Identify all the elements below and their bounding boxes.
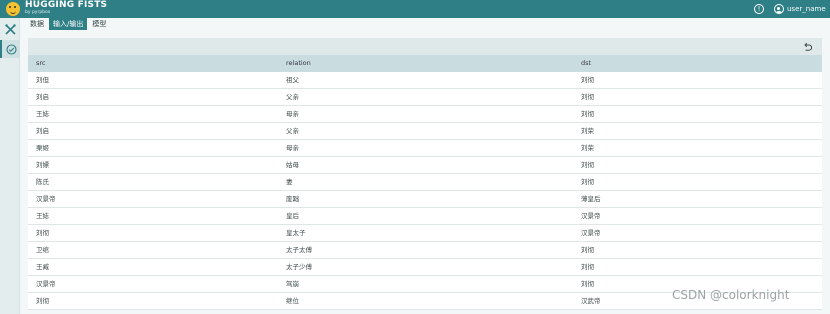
table-row[interactable]: 王臧 太子少傅 刘彻 <box>28 259 822 276</box>
cell-relation: 姑母 <box>286 161 299 169</box>
cell-relation: 太子少傅 <box>286 263 312 271</box>
cell-relation: 太子太傅 <box>286 246 312 254</box>
table-row[interactable]: 王娡 皇后 汉景帝 <box>28 208 822 225</box>
cell-src: 刘但 <box>36 76 49 84</box>
brand: HUGGING FISTS by pyrpbox <box>25 1 107 16</box>
tab-input-output[interactable]: 输入/输出 <box>49 18 88 30</box>
cell-relation: 继位 <box>286 297 299 305</box>
table-row[interactable]: 刘启 父亲 刘荣 <box>28 123 822 140</box>
cell-dst: 刘彻 <box>581 161 594 169</box>
tab-model[interactable]: 模型 <box>88 18 110 30</box>
sidebar-item-tools[interactable] <box>0 20 20 38</box>
cell-dst: 刘彻 <box>581 246 594 254</box>
table-row[interactable]: 汉景帝 废黜 薄皇后 <box>28 191 822 208</box>
tab-data[interactable]: 数据 <box>26 18 48 30</box>
sidebar <box>0 18 20 314</box>
cell-dst: 刘彻 <box>581 76 594 84</box>
table-row[interactable]: 陈氏 妻 刘彻 <box>28 174 822 191</box>
cell-src: 刘彻 <box>36 297 49 305</box>
cell-src: 汉景帝 <box>36 195 56 203</box>
tab-bar: 数据 输入/输出 模型 <box>26 18 111 30</box>
table-toolbar <box>28 38 822 55</box>
cell-src: 栗姬 <box>36 144 49 152</box>
cell-relation: 妻 <box>286 178 293 186</box>
table-row[interactable]: 栗姬 母亲 刘荣 <box>28 140 822 157</box>
table-row[interactable]: 刘彻 皇太子 汉景帝 <box>28 225 822 242</box>
tools-cross-icon <box>4 23 16 35</box>
cell-relation: 皇后 <box>286 212 299 220</box>
table-body: 刘但 祖父 刘彻 刘启 父亲 刘彻 王娡 母亲 刘彻 刘启 父亲 刘荣 栗姬 母亲 刘荣 刘嫖 姑母 刘彻 陈氏妻刘… <box>28 72 822 310</box>
cell-src: 刘启 <box>36 127 49 135</box>
cell-src: 刘启 <box>36 93 49 101</box>
sidebar-item-check[interactable] <box>0 40 20 58</box>
cell-dst: 汉景帝 <box>581 229 601 237</box>
cell-dst: 刘荣 <box>581 127 594 135</box>
top-bar: HUGGING FISTS by pyrpbox ! user_name <box>0 0 830 18</box>
table-row[interactable]: 卫绾 太子太傅 刘彻 <box>28 242 822 259</box>
cell-relation: 母亲 <box>286 110 299 118</box>
table-row[interactable]: 刘嫖 姑母 刘彻 <box>28 157 822 174</box>
table-row[interactable]: 刘但 祖父 刘彻 <box>28 72 822 89</box>
info-icon[interactable]: ! <box>754 4 764 14</box>
cell-dst: 刘彻 <box>581 263 594 271</box>
relation-table: src relation dst 刘但 祖父 刘彻 刘启 父亲 刘彻 王娡 母亲 刘彻 刘启 父亲刘… <box>28 55 822 310</box>
undo-icon[interactable] <box>802 41 813 52</box>
cell-dst: 薄皇后 <box>581 195 601 203</box>
cell-src: 刘嫖 <box>36 161 49 169</box>
cell-src: 陈氏 <box>36 178 49 186</box>
table-row[interactable]: 刘启 父亲 刘彻 <box>28 89 822 106</box>
brand-title: HUGGING FISTS <box>25 0 108 10</box>
cell-src: 卫绾 <box>36 246 49 254</box>
cell-relation: 父亲 <box>286 93 299 101</box>
cell-relation: 废黜 <box>286 195 299 203</box>
watermark: CSDN @colorknight <box>672 288 790 302</box>
column-header-src[interactable]: src <box>28 55 278 72</box>
cell-src: 刘彻 <box>36 229 49 237</box>
cell-dst: 汉景帝 <box>581 212 601 220</box>
cell-src: 汉景帝 <box>36 280 56 288</box>
user-circle-icon[interactable] <box>774 4 784 14</box>
hugging-face-logo-icon <box>6 2 20 16</box>
cell-relation: 祖父 <box>286 76 299 84</box>
table-row[interactable]: 王娡 母亲 刘彻 <box>28 106 822 123</box>
cell-relation: 驾崩 <box>286 280 299 288</box>
column-header-dst[interactable]: dst <box>573 55 822 72</box>
column-header-relation[interactable]: relation <box>278 55 573 72</box>
cell-src: 王娡 <box>36 110 49 118</box>
cell-src: 王娡 <box>36 212 49 220</box>
table-header: src relation dst <box>28 55 822 72</box>
cell-dst: 刘荣 <box>581 144 594 152</box>
check-circle-icon <box>5 43 17 55</box>
cell-dst: 刘彻 <box>581 178 594 186</box>
brand-subtitle: by pyrpbox <box>25 10 51 15</box>
cell-relation: 母亲 <box>286 144 299 152</box>
cell-relation: 父亲 <box>286 127 299 135</box>
cell-relation: 皇太子 <box>286 229 306 237</box>
cell-dst: 刘彻 <box>581 93 594 101</box>
cell-dst: 刘彻 <box>581 110 594 118</box>
user-name[interactable]: user_name <box>787 4 826 14</box>
cell-src: 王臧 <box>36 263 49 271</box>
